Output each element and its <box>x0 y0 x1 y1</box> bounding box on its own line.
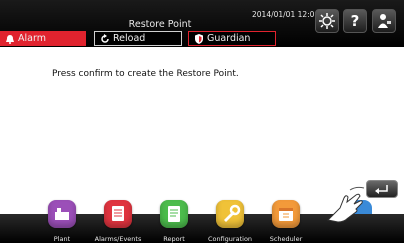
tab-guardian-label: Guardian <box>207 33 251 44</box>
guardian-shield-icon <box>195 33 203 44</box>
datetime-display: 2014/01/01 12:00 <box>252 10 320 19</box>
login-button[interactable] <box>372 9 396 33</box>
tab-alarm-label: Alarm <box>18 33 46 44</box>
confirm-button[interactable] <box>366 180 398 198</box>
help-button[interactable]: ? <box>343 9 367 33</box>
nav-scheduler-label: Scheduler <box>269 235 303 243</box>
page-title: Restore Point <box>128 19 192 30</box>
configuration-icon <box>216 200 244 228</box>
scheduler-icon <box>272 200 300 228</box>
enter-arrow-icon <box>375 185 388 194</box>
header-bar: Restore Point 2014/01/01 12:00 ? Alarm R… <box>0 0 404 47</box>
plant-icon <box>48 200 76 228</box>
tab-reload[interactable]: Reload <box>94 31 182 46</box>
nav-scheduler[interactable]: Scheduler <box>258 200 314 243</box>
service-settings-icon[interactable] <box>315 9 339 33</box>
alarm-bell-icon <box>6 34 14 44</box>
login-icon <box>378 14 391 28</box>
report-icon <box>160 200 188 228</box>
tab-alarm[interactable]: Alarm <box>0 31 86 46</box>
gear-icon <box>319 13 335 29</box>
tab-reload-label: Reload <box>113 33 146 44</box>
help-icon: ? <box>350 12 360 30</box>
alarms-events-icon <box>104 200 132 228</box>
reload-icon <box>101 33 109 43</box>
pressing-hand-icon <box>326 186 365 223</box>
tab-guardian[interactable]: Guardian <box>188 31 276 46</box>
confirm-message: Press confirm to create the Restore Poin… <box>52 69 239 79</box>
